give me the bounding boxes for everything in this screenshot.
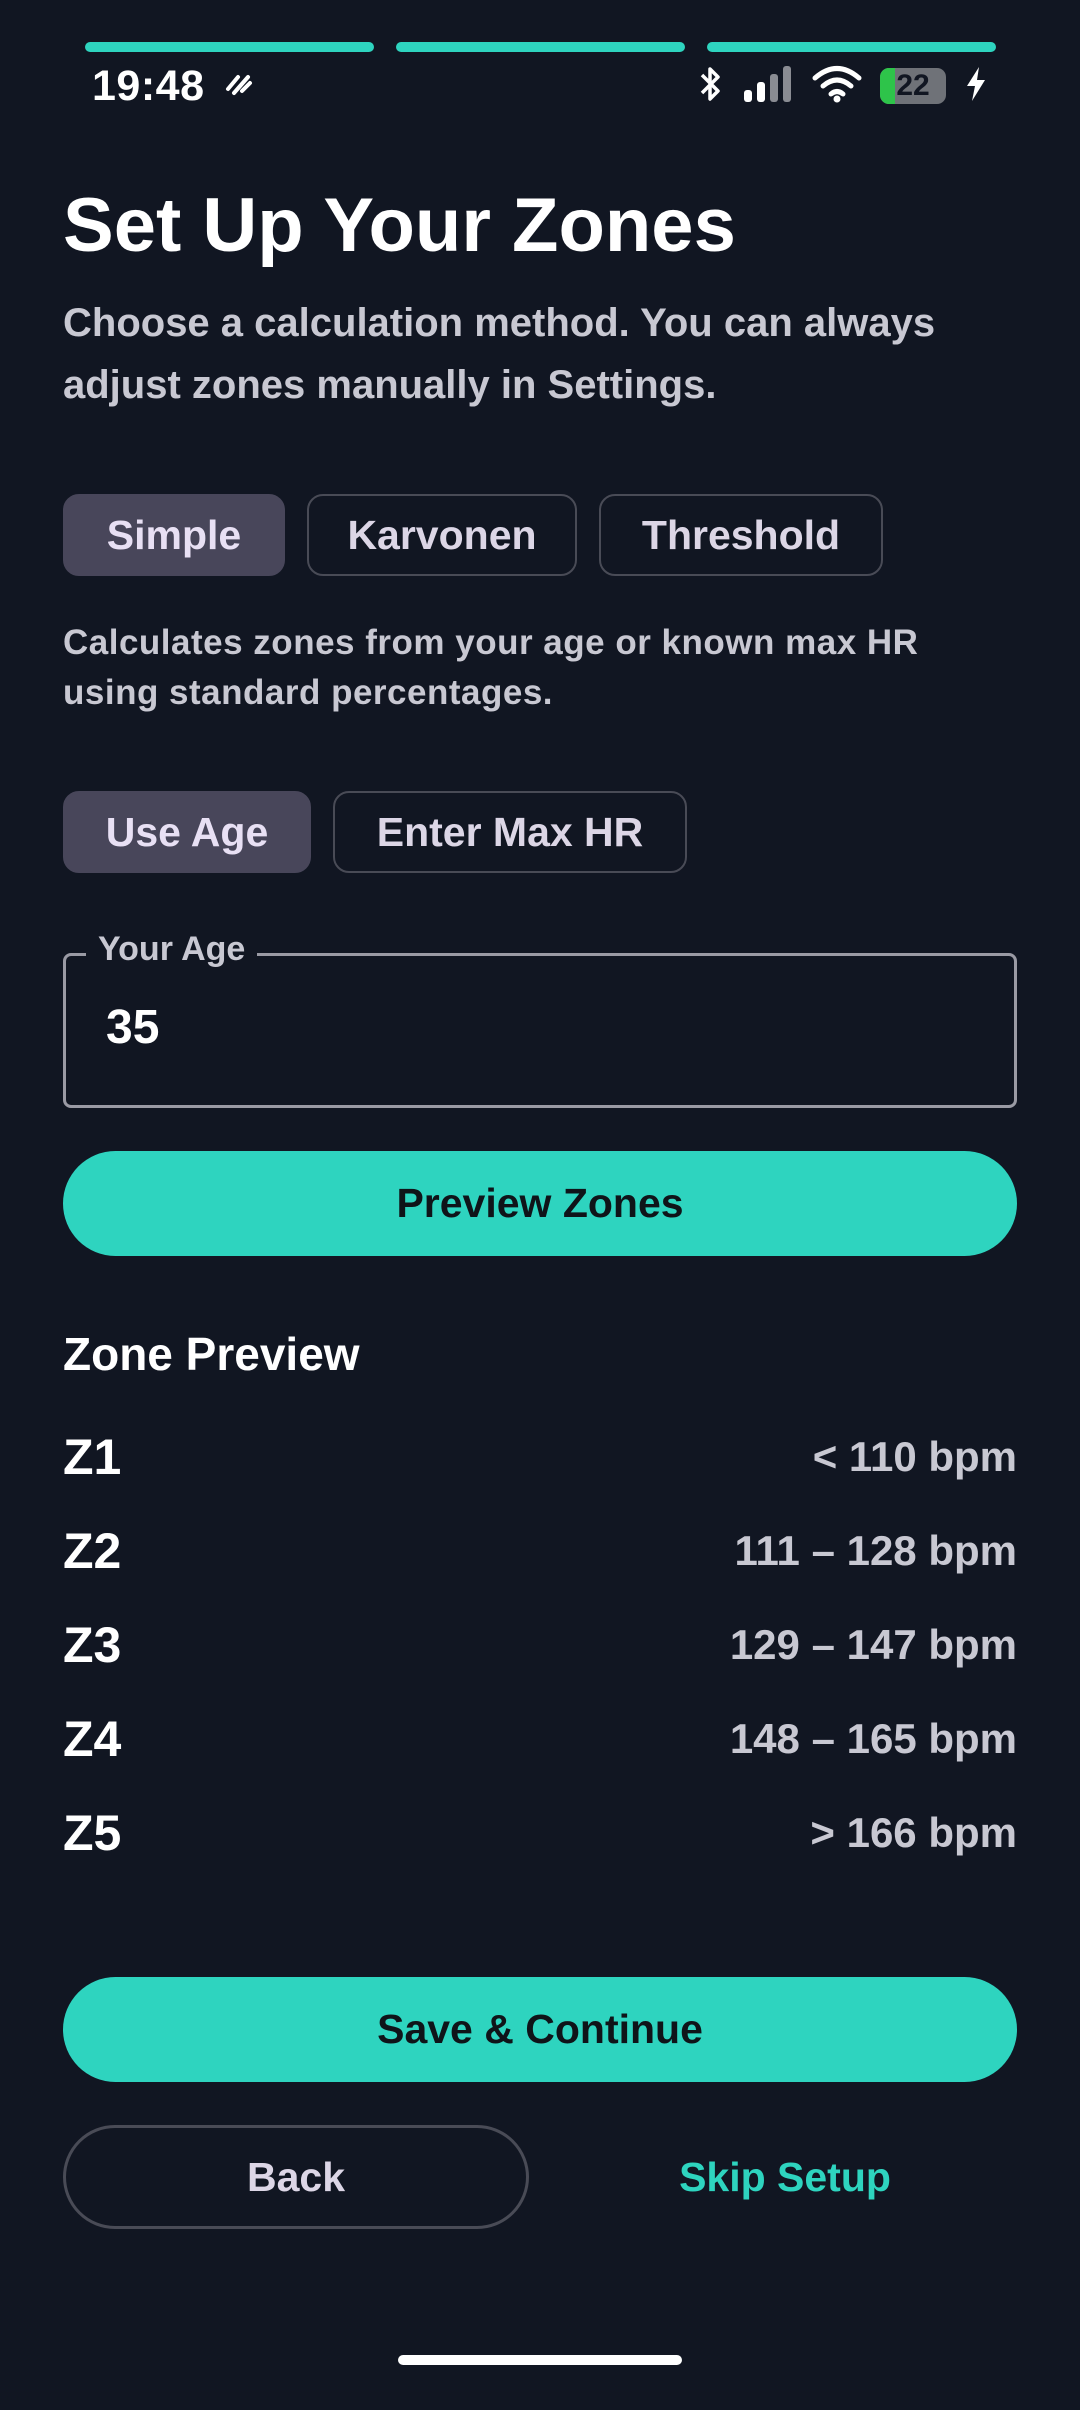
- zone-range: 129 – 147 bpm: [729, 1621, 1017, 1668]
- method-option-karvonen[interactable]: Karvonen: [307, 494, 577, 576]
- charging-icon: [964, 65, 988, 108]
- wifi-icon: [812, 65, 862, 108]
- zone-row: Z5 > 166 bpm: [63, 1786, 1017, 1880]
- zone-range: 148 – 165 bpm: [729, 1715, 1017, 1762]
- method-option-threshold[interactable]: Threshold: [599, 494, 883, 576]
- status-time: 19:48: [92, 61, 205, 110]
- battery-icon: 22: [880, 68, 946, 104]
- zone-label: Z1: [63, 1429, 122, 1485]
- zone-preview-list: Z1 < 110 bpm Z2 111 – 128 bpm Z3 129 – 1…: [63, 1410, 1017, 1880]
- back-button[interactable]: Back: [63, 2125, 529, 2229]
- zone-row: Z1 < 110 bpm: [63, 1410, 1017, 1504]
- bluetooth-icon: [698, 64, 724, 109]
- preview-zones-button[interactable]: Preview Zones: [63, 1151, 1017, 1256]
- onboarding-progress: [85, 42, 996, 52]
- signal-icon: [742, 65, 794, 107]
- status-bar: 19:48 22: [92, 58, 988, 114]
- method-selector: Simple Karvonen Threshold: [63, 494, 883, 576]
- battery-level: 22: [896, 69, 930, 102]
- zone-range: < 110 bpm: [812, 1433, 1017, 1480]
- method-description: Calculates zones from your age or known …: [63, 623, 919, 712]
- progress-step-3: [707, 42, 996, 52]
- zone-row: Z3 129 – 147 bpm: [63, 1598, 1017, 1692]
- notification-icon: [224, 71, 254, 102]
- zone-row: Z2 111 – 128 bpm: [63, 1504, 1017, 1598]
- zone-range: 111 – 128 bpm: [734, 1527, 1017, 1574]
- page-subtitle: Choose a calculation method. You can alw…: [63, 301, 936, 407]
- skip-setup-link[interactable]: Skip Setup: [620, 2125, 950, 2229]
- zone-row: Z4 148 – 165 bpm: [63, 1692, 1017, 1786]
- progress-step-1: [85, 42, 374, 52]
- input-mode-enter-max-hr[interactable]: Enter Max HR: [333, 791, 687, 873]
- page-title: Set Up Your Zones: [63, 183, 736, 268]
- home-indicator[interactable]: [398, 2355, 682, 2365]
- zone-label: Z2: [63, 1523, 122, 1579]
- progress-step-2: [396, 42, 685, 52]
- age-field-label: Your Age: [86, 930, 258, 969]
- zone-label: Z4: [63, 1711, 122, 1767]
- save-continue-button[interactable]: Save & Continue: [63, 1977, 1017, 2082]
- zone-label: Z3: [63, 1617, 122, 1673]
- input-mode-selector: Use Age Enter Max HR: [63, 791, 687, 873]
- age-field-value[interactable]: 35: [106, 1000, 159, 1055]
- method-option-simple[interactable]: Simple: [63, 494, 285, 576]
- input-mode-use-age[interactable]: Use Age: [63, 791, 311, 873]
- age-field[interactable]: Your Age 35: [63, 930, 1017, 1108]
- zone-preview-title: Zone Preview: [63, 1328, 360, 1380]
- zone-label: Z5: [63, 1805, 122, 1861]
- zone-range: > 166 bpm: [810, 1809, 1017, 1856]
